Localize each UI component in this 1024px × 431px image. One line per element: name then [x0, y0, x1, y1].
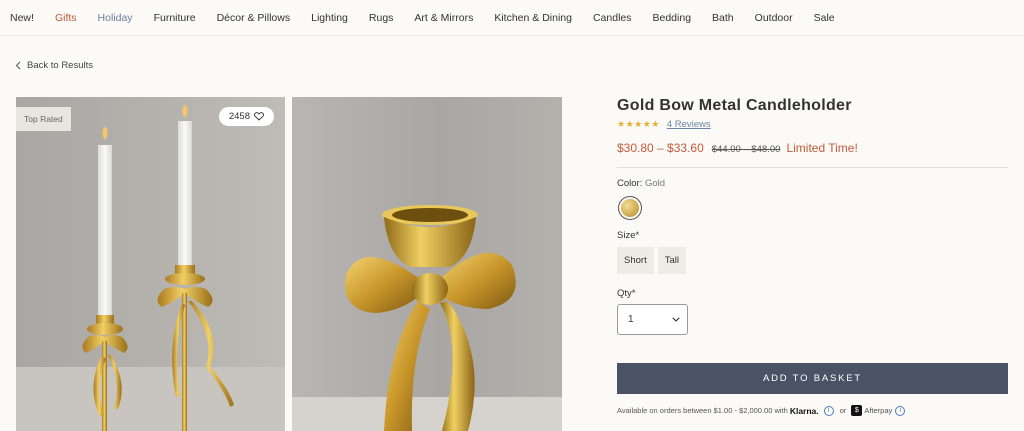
size-options: Short Tall: [617, 247, 1008, 274]
size-label: Size*: [617, 230, 640, 241]
nav-lighting[interactable]: Lighting: [311, 12, 348, 24]
afterpay-info-icon[interactable]: i: [895, 405, 906, 416]
reviews-link[interactable]: 4 Reviews: [667, 119, 711, 130]
wishlist-count: 2458: [228, 111, 250, 122]
gold-swatch-fill: [621, 199, 639, 217]
qty-select[interactable]: 1: [617, 304, 688, 335]
color-label: Color: Gold: [617, 178, 1008, 189]
promo-text: Limited Time!: [786, 141, 858, 155]
nav-holiday[interactable]: Holiday: [98, 12, 133, 24]
nav-rugs[interactable]: Rugs: [369, 12, 394, 24]
product-title: Gold Bow Metal Candleholder: [617, 97, 852, 114]
qty-value: 1: [628, 314, 634, 325]
add-to-basket-button[interactable]: ADD TO BASKET: [617, 363, 1008, 394]
product-info: Gold Bow Metal Candleholder ★★★★★ 4 Revi…: [617, 97, 1008, 416]
financing-note: Available on orders between $1.00 - $2,0…: [617, 405, 1008, 416]
star-rating: ★★★★★: [617, 119, 660, 129]
size-option-short[interactable]: Short: [617, 247, 654, 274]
nav-decor-pillows[interactable]: Décor & Pillows: [217, 12, 291, 24]
klarna-info-icon[interactable]: i: [823, 405, 834, 416]
nav-art-mirrors[interactable]: Art & Mirrors: [414, 12, 473, 24]
price-row: $30.80 – $33.60 $44.00 – $48.00 Limited …: [617, 141, 1008, 155]
back-label: Back to Results: [27, 60, 93, 71]
nav-outdoor[interactable]: Outdoor: [755, 12, 793, 24]
qty-label: Qty*: [617, 288, 636, 299]
afterpay-logo-icon: $: [851, 405, 863, 416]
wishlist-button[interactable]: 2458: [218, 107, 274, 126]
nav-furniture[interactable]: Furniture: [154, 12, 196, 24]
afterpay-label: Afterpay: [864, 406, 893, 415]
color-label-text: Color:: [617, 178, 643, 189]
financing-text: Available on orders between $1.00 - $2,0…: [617, 406, 788, 415]
product-image-detail[interactable]: [292, 97, 562, 431]
top-nav: New! Gifts Holiday Furniture Décor & Pil…: [0, 0, 1024, 36]
chevron-down-icon: [672, 317, 680, 322]
size-option-tall[interactable]: Tall: [657, 247, 686, 274]
color-value: Gold: [644, 178, 666, 189]
nav-candles[interactable]: Candles: [593, 12, 632, 24]
candleholder-closeup-photo: [292, 205, 562, 431]
or-text: or: [839, 406, 847, 415]
nav-kitchen-dining[interactable]: Kitchen & Dining: [494, 12, 572, 24]
back-to-results-link[interactable]: Back to Results: [15, 60, 93, 71]
nav-sale[interactable]: Sale: [814, 12, 835, 24]
nav-new[interactable]: New!: [10, 12, 34, 24]
product-image-main[interactable]: Top Rated 2458: [16, 97, 285, 431]
divider: [617, 167, 1008, 168]
color-swatch-gold[interactable]: [618, 196, 642, 220]
candleholders-photo: [16, 105, 285, 431]
top-rated-badge: Top Rated: [16, 107, 71, 131]
heart-icon: [254, 112, 264, 121]
nav-bedding[interactable]: Bedding: [653, 12, 692, 24]
nav-gifts[interactable]: Gifts: [55, 12, 77, 24]
nav-bath[interactable]: Bath: [712, 12, 734, 24]
chevron-left-icon: [15, 61, 21, 70]
original-price: $44.00 – $48.00: [711, 144, 781, 155]
rating-row: ★★★★★ 4 Reviews: [617, 119, 1008, 130]
klarna-logo: Klarna.: [789, 405, 819, 416]
sale-price: $30.80 – $33.60: [617, 141, 704, 155]
